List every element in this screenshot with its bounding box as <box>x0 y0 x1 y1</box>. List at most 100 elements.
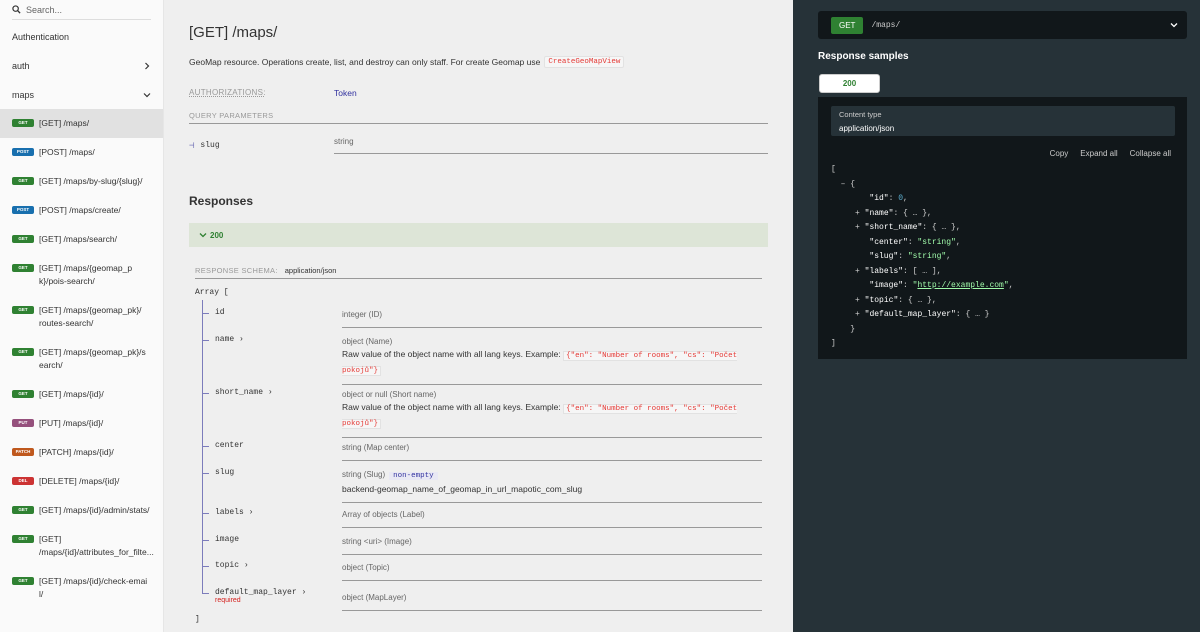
field-example-prefix: Raw value of the object name with all la… <box>342 349 561 359</box>
method-badge: GET <box>12 119 34 127</box>
chevron-right-icon: › <box>248 508 254 517</box>
field-value: backend-geomap_name_of_geomap_in_url_map… <box>342 484 583 494</box>
chevron-down-icon <box>199 233 207 238</box>
content-type-select[interactable]: Content type application/json <box>831 106 1175 136</box>
endpoint-url-bar[interactable]: GET /maps/ <box>818 11 1187 39</box>
field-type: integer (ID) <box>342 310 383 319</box>
schema-field-image: image string <uri> (Image) <box>202 535 762 555</box>
expand-toggle[interactable]: + <box>855 209 860 218</box>
sidebar-endpoint[interactable]: GET [GET] /maps/{id}/check-email/ <box>0 567 163 609</box>
sidebar-item-label: auth <box>12 60 30 71</box>
schema-field-id: id integer (ID) <box>202 308 762 328</box>
response-schema-header: RESPONSE SCHEMA: application/json <box>195 266 762 279</box>
endpoint-label: [PUT] /maps/{id}/ <box>39 418 104 428</box>
sidebar-endpoint[interactable]: PATCH [PATCH] /maps/{id}/ <box>0 438 163 467</box>
schema-field-topic[interactable]: topic › object (Topic) <box>202 561 762 581</box>
description-text: GeoMap resource. Operations create, list… <box>189 57 541 67</box>
json-center-value: "string" <box>917 237 956 247</box>
search-icon <box>12 5 21 14</box>
field-type: object (Name) <box>342 337 393 346</box>
method-badge: POST <box>12 148 34 156</box>
schema-field-short-name[interactable]: short_name › object or null (Short name)… <box>202 388 762 438</box>
sidebar-endpoint[interactable]: GET [GET] /maps/{geomap_pk}/routes-search… <box>0 296 163 338</box>
response-sample-box: Content type application/json Copy Expan… <box>818 97 1187 359</box>
endpoint-path: /maps/ <box>871 20 901 30</box>
field-name: id <box>215 308 225 317</box>
field-name: image <box>215 535 240 544</box>
expand-all-button[interactable]: Expand all <box>1080 149 1117 158</box>
copy-button[interactable]: Copy <box>1050 149 1069 158</box>
sidebar-endpoint[interactable]: POST [POST] /maps/create/ <box>0 196 163 225</box>
query-parameters-header: QUERY PARAMETERS <box>189 111 768 124</box>
collapse-toggle[interactable]: – <box>841 180 846 189</box>
schema-label: RESPONSE SCHEMA: <box>195 266 278 275</box>
field-type: string (Map center) <box>342 443 410 452</box>
chevron-right-icon: › <box>267 388 273 397</box>
json-image-link[interactable]: http://example.com <box>917 281 1003 290</box>
param-name: slug <box>200 141 220 150</box>
method-badge: GET <box>12 506 34 514</box>
sidebar-endpoint[interactable]: GET [GET] /maps/{id}/ <box>0 380 163 409</box>
page-title: [GET] /maps/ <box>189 24 278 41</box>
endpoint-label: [GET] /maps/by-slug/{slug}/ <box>39 176 143 186</box>
sidebar-endpoint[interactable]: GET [GET] /maps/ <box>0 109 163 138</box>
expand-toggle[interactable]: + <box>855 223 860 232</box>
endpoint-label: [GET] /maps/{id}/ <box>39 389 104 399</box>
schema-field-name[interactable]: name › object (Name) Raw value of the ob… <box>202 335 762 385</box>
response-200-toggle[interactable]: 200 <box>189 223 768 247</box>
field-name: topic <box>215 561 240 570</box>
chevron-down-icon <box>143 92 151 97</box>
search-input[interactable] <box>26 4 146 15</box>
sidebar-endpoint[interactable]: GET [GET] /maps/{geomap_pk}/search/ <box>0 338 163 380</box>
schema-field-labels[interactable]: labels › Array of objects (Label) <box>202 508 762 528</box>
field-type: string (Slug) <box>342 470 386 479</box>
tab-200[interactable]: 200 <box>819 74 880 93</box>
search-box <box>12 0 151 20</box>
json-actions: Copy Expand all Collapse all <box>1050 149 1171 158</box>
method-badge: GET <box>12 577 34 585</box>
expand-toggle[interactable]: + <box>855 296 860 305</box>
schema-type: application/json <box>284 266 337 275</box>
field-name: short_name <box>215 388 264 397</box>
method-badge: GET <box>12 535 34 543</box>
sidebar-endpoint[interactable]: PUT [PUT] /maps/{id}/ <box>0 409 163 438</box>
sidebar-endpoint[interactable]: DEL [DELETE] /maps/{id}/ <box>0 467 163 496</box>
expand-toggle[interactable]: + <box>855 267 860 276</box>
chevron-down-icon <box>1170 23 1178 28</box>
sidebar-endpoint[interactable]: GET [GET] /maps/{id}/attributes_for_filte… <box>0 525 163 567</box>
method-badge: POST <box>12 206 34 214</box>
endpoint-label: [GET] /maps/{geomap_pk}/pois-search/ <box>39 263 133 286</box>
sidebar-endpoint[interactable]: GET [GET] /maps/search/ <box>0 225 163 254</box>
sidebar-endpoint[interactable]: GET [GET] /maps/by-slug/{slug}/ <box>0 167 163 196</box>
method-badge: GET <box>12 235 34 243</box>
array-open: Array [ <box>195 288 229 297</box>
collapse-all-button[interactable]: Collapse all <box>1130 149 1171 158</box>
endpoint-label: [GET] /maps/search/ <box>39 234 117 244</box>
sidebar-endpoint[interactable]: POST [POST] /maps/ <box>0 138 163 167</box>
field-type: Array of objects (Label) <box>342 510 425 519</box>
auth-token-link[interactable]: Token <box>334 88 357 98</box>
field-type: object (Topic) <box>342 563 390 572</box>
sidebar-item-authentication[interactable]: Authentication <box>0 22 163 51</box>
schema-field-default-map-layer[interactable]: default_map_layer › required object (MapL… <box>202 588 762 611</box>
chevron-right-icon: › <box>239 335 244 344</box>
sidebar-item-maps[interactable]: maps <box>0 80 163 109</box>
endpoint-label: [PATCH] /maps/{id}/ <box>39 447 114 457</box>
sidebar-endpoint[interactable]: GET [GET] /maps/{id}/admin/stats/ <box>0 496 163 525</box>
field-name: default_map_layer <box>215 588 297 597</box>
method-badge: GET <box>831 16 864 34</box>
sidebar-endpoint[interactable]: GET [GET] /maps/{geomap_pk}/pois-search/ <box>0 254 163 296</box>
endpoint-label: [GET] /maps/{id}/check-email/ <box>39 576 148 599</box>
sidebar-item-auth[interactable]: auth <box>0 51 163 80</box>
field-type: object (MapLayer) <box>342 593 407 602</box>
schema-field-slug: slug string (Slug) non-empty backend-geom… <box>202 468 762 503</box>
array-close: ] <box>195 615 200 624</box>
authorizations-label: AUTHORIZATIONS: <box>189 88 266 97</box>
main-content: [GET] /maps/ GeoMap resource. Operations… <box>164 0 793 632</box>
tree-connector-icon: ⊣ <box>189 140 195 151</box>
method-badge: GET <box>12 390 34 398</box>
endpoint-label: [DELETE] /maps/{id}/ <box>39 476 120 486</box>
chevron-right-icon: › <box>301 588 307 597</box>
param-type: string <box>334 137 768 154</box>
expand-toggle[interactable]: + <box>855 310 860 319</box>
